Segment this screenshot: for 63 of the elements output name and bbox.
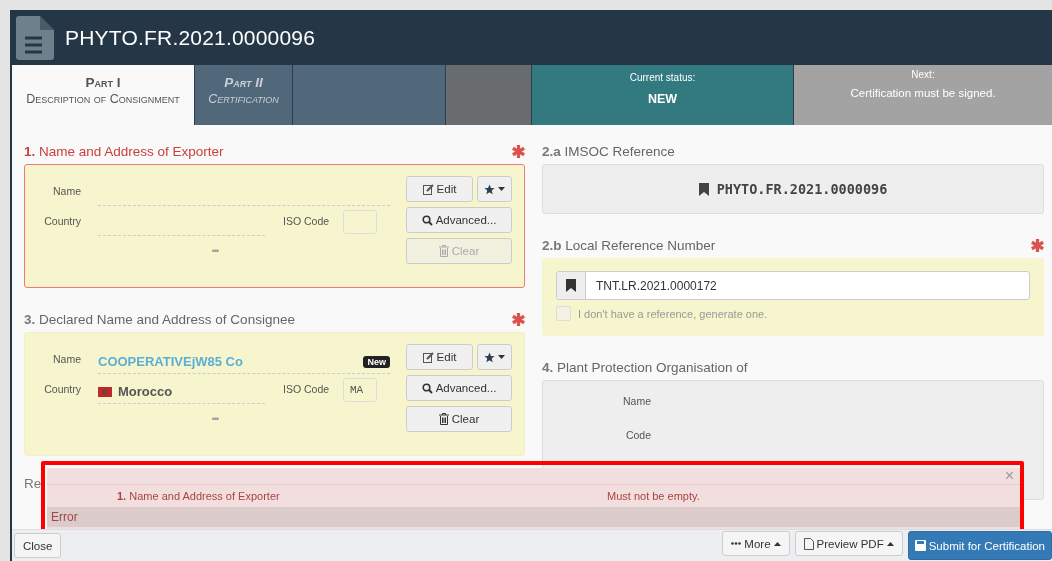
bookmark-icon (566, 279, 576, 292)
bookmark-icon (698, 182, 709, 196)
star-icon (484, 351, 495, 363)
clear-button[interactable]: Clear (406, 406, 512, 432)
submit-button[interactable]: Submit for Certification (907, 531, 1052, 560)
generate-checkbox[interactable] (556, 306, 571, 321)
imsoc-reference: PHYTO.FR.2021.0000096 (716, 181, 888, 197)
caret-icon (498, 355, 505, 359)
local-reference-field[interactable]: TNT.LR.2021.0000172 (556, 271, 1030, 300)
field-label: Name (622, 395, 651, 407)
flag-icon (98, 386, 112, 397)
next-step-text: Certification must be signed. (850, 87, 996, 99)
edit-button[interactable]: Edit (406, 176, 473, 202)
next-label: Next: (911, 69, 935, 80)
country-value: Morocco (118, 384, 173, 399)
caret-icon (886, 541, 894, 546)
section-title: 3. Declared Name and Address of Consignee (24, 311, 295, 327)
ellipsis-icon (731, 542, 742, 545)
more-button[interactable]: More (722, 531, 790, 556)
edit-icon (422, 183, 434, 195)
field-label: Code (624, 429, 651, 441)
section-title: 4. Plant Protection Organisation of (542, 359, 748, 375)
preview-pdf-button[interactable]: Preview PDF (794, 531, 903, 556)
error-footer: Error (47, 507, 1020, 527)
section-title: 2.b Local Reference Number (542, 237, 716, 253)
edit-button[interactable]: Edit (406, 344, 473, 370)
caret-icon (773, 541, 781, 546)
search-icon (421, 214, 433, 226)
field-label: Country (43, 215, 81, 229)
checkbox-label: I don't have a reference, generate one. (578, 307, 768, 320)
iso-code-field[interactable]: MA (343, 378, 377, 402)
section-title: Re (24, 476, 42, 491)
document-title: PHYTO.FR.2021.0000096 (65, 25, 316, 50)
new-badge: New (363, 355, 390, 368)
field-label: Name (52, 353, 81, 367)
status-value: NEW (647, 92, 678, 106)
field-label: ISO Code (283, 215, 331, 229)
star-icon (484, 183, 495, 195)
status-label: Current status: (629, 72, 696, 83)
error-message: Must not be empty. (607, 490, 700, 502)
favorites-button[interactable] (477, 176, 512, 202)
part-tab[interactable]: Part I Description of Consignment (12, 65, 195, 125)
section-title: 1. Name and Address of Exporter (24, 143, 224, 159)
save-icon (914, 540, 926, 551)
error-field[interactable]: 1. Name and Address of Exporter (47, 490, 607, 502)
field-label: ISO Code (283, 383, 331, 397)
document-icon (16, 15, 54, 60)
field-label: Country (43, 383, 81, 397)
section-title: 2.a IMSOC Reference (542, 143, 675, 159)
part-tab[interactable]: Part II Certification (195, 65, 293, 125)
close-button[interactable]: Close (14, 533, 62, 558)
edit-icon (422, 351, 434, 363)
trash-icon (438, 413, 449, 425)
name-value: COOPERATIVEjW85 Co (98, 354, 243, 369)
caret-icon (498, 187, 505, 191)
file-icon (803, 537, 814, 550)
trash-icon (438, 245, 449, 257)
search-icon (421, 382, 433, 394)
iso-code-field[interactable] (343, 210, 377, 234)
favorites-button[interactable] (477, 344, 512, 370)
advanced-button[interactable]: Advanced... (406, 375, 512, 401)
advanced-button[interactable]: Advanced... (406, 207, 512, 233)
field-label: Name (52, 185, 81, 199)
